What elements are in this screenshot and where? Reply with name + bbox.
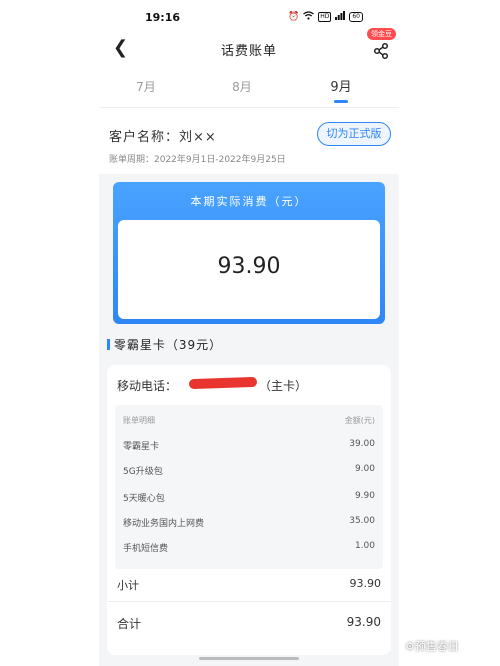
row-name: 手机短信费 [123,544,169,554]
row-name: 移动业务国内上网费 [123,519,205,529]
hd-icon: HD [318,12,332,22]
signal-icon [335,11,346,23]
share-icon[interactable] [372,42,390,60]
tab-august[interactable]: 8月 [222,78,262,95]
phone-label: 移动电话： [117,379,178,393]
grand-total-amount: 93.90 [346,615,381,629]
status-icons: ⏰ HD 60 [288,11,363,23]
status-time: 19:16 [145,11,181,24]
detail-card: 移动电话： （主卡） 账单明细 金额(元) 零霸星卡 39.00 5G升级包 9… [107,365,391,655]
grand-total-row: 合计 93.90 [117,615,381,631]
bill-period: 账单周期：2022年9月1日-2022年9月25日 [109,155,286,165]
table-row: 手机短信费 1.00 [123,541,375,555]
total-card: 本期实际消费（元） 93.90 [113,182,385,324]
total-inner: 93.90 [118,220,380,319]
header-amount: 金额(元) [344,416,375,425]
status-bar: 19:16 ⏰ HD 60 [99,0,399,34]
detail-table: 账单明细 金额(元) 零霸星卡 39.00 5G升级包 9.00 5天暖心包 9… [115,405,383,569]
subtotal-label: 小计 [117,579,139,592]
divider [107,601,391,602]
redacted-phone-number [188,376,258,390]
package-title-text: 零霸星卡（39元） [113,338,223,352]
row-amount: 1.00 [354,541,375,551]
alarm-icon: ⏰ [288,12,300,22]
total-title: 本期实际消费（元） [190,195,308,208]
row-name: 零霸星卡 [123,442,160,452]
tab-july[interactable]: 7月 [126,78,166,95]
row-name: 5G升级包 [123,467,163,477]
detail-table-header: 账单明细 金额(元) [123,415,375,429]
row-amount: 39.00 [349,439,375,449]
table-row: 零霸星卡 39.00 [123,439,375,453]
page-title: 话费账单 [220,44,277,59]
coin-badge[interactable]: 领金豆 [367,28,396,40]
header: ❮ 话费账单 领金豆 [99,28,399,66]
battery-icon: 60 [349,12,363,22]
row-amount: 9.00 [354,464,375,474]
month-tabs: 7月 8月 9月 [99,66,399,108]
phone-screen: 19:16 ⏰ HD 60 ❮ 话费账单 领金豆 7月 8月 9月 客户名称：刘… [99,0,399,666]
main-card-tag: （主卡） [259,379,308,393]
home-indicator[interactable] [199,657,299,660]
watermark: ⚙预售春日 [405,640,459,653]
table-row: 5G升级包 9.00 [123,464,375,478]
row-name: 5天暖心包 [123,494,165,504]
wifi-icon [303,11,315,23]
total-amount: 93.90 [217,254,281,279]
header-item: 账单明细 [123,416,155,425]
active-tab-indicator [334,100,348,103]
subtotal-row: 小计 93.90 [117,577,381,593]
grand-total-label: 合计 [117,617,142,631]
row-amount: 9.90 [354,491,375,501]
tab-september[interactable]: 9月 [321,76,361,95]
row-amount: 35.00 [349,516,375,526]
switch-version-button[interactable]: 切为正式版 [317,122,391,146]
subtotal-amount: 93.90 [349,577,382,590]
customer-name: 客户名称：刘×× [109,130,217,145]
table-row: 5天暖心包 9.90 [123,491,375,505]
package-title: 零霸星卡（39元） [109,336,222,353]
customer-info: 客户名称：刘×× 切为正式版 账单周期：2022年9月1日-2022年9月25日 [99,108,399,174]
table-row: 移动业务国内上网费 35.00 [123,516,375,530]
